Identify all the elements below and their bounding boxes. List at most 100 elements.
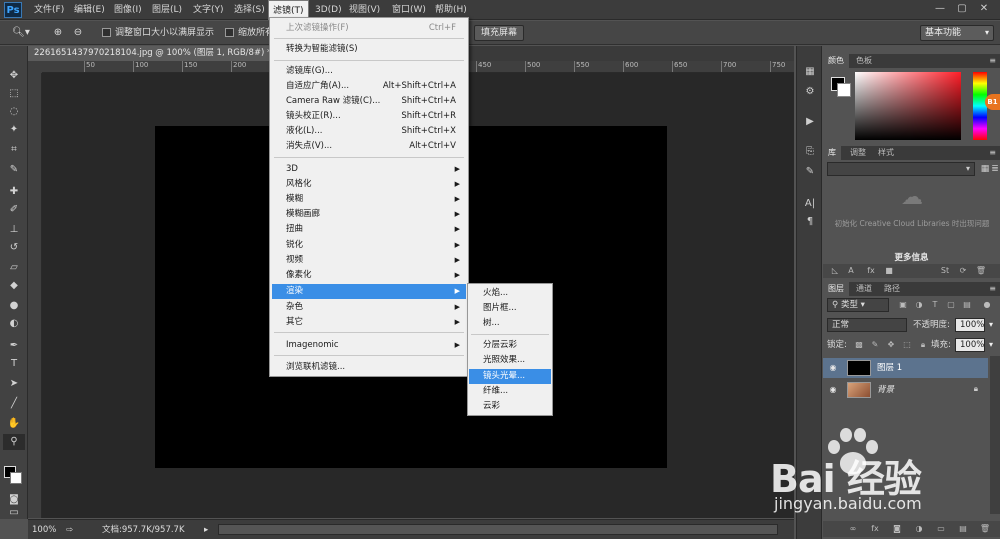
menu-item-filter-gallery[interactable]: 滤镜库(G)... [272, 64, 466, 79]
menu-item-imagenomic[interactable]: Imagenomic ▶ [272, 338, 466, 353]
adjustment-layer-icon[interactable]: ◑ [913, 522, 925, 536]
history-brush-tool-icon[interactable]: ↺ [3, 240, 25, 256]
stock-icon[interactable]: St [939, 264, 951, 278]
zoom-tool-icon[interactable]: 🔍︎▾ [10, 25, 32, 41]
layers-scrollbar[interactable] [990, 356, 1000, 514]
workspace-select[interactable]: 基本功能 [920, 25, 994, 41]
lock-pixels-icon[interactable]: ✎ [869, 338, 881, 352]
menu-item-video[interactable]: 视频 ▶ [272, 253, 466, 268]
layer-style-icon[interactable]: fx [869, 522, 881, 536]
tab-swatches[interactable]: 色板 [851, 54, 877, 68]
add-text-icon[interactable]: A [845, 264, 857, 278]
layer-mask-icon[interactable]: ◙ [891, 522, 903, 536]
tab-adjustments[interactable]: 调整 [845, 146, 871, 160]
submenu-item-tree[interactable]: 树... [469, 316, 551, 331]
menu-item-3d[interactable]: 3D ▶ [272, 162, 466, 177]
menu-item-blur-gallery[interactable]: 模糊画廊 ▶ [272, 207, 466, 222]
menu-item-sharpen[interactable]: 锐化 ▶ [272, 238, 466, 253]
lasso-tool-icon[interactable]: ◌ [3, 104, 25, 120]
tab-channels[interactable]: 通道 [851, 282, 877, 296]
zoom-out-icon[interactable]: ⊖ [70, 25, 86, 41]
menu-item-browse-online-filters[interactable]: 浏览联机滤镜... [272, 360, 466, 375]
brush-tool-icon[interactable]: ✐ [3, 202, 25, 218]
submenu-item-picture-frame[interactable]: 图片框... [469, 301, 551, 316]
dodge-tool-icon[interactable]: ◐ [3, 316, 25, 332]
panel-menu-icon[interactable]: ≡ [989, 54, 996, 68]
menu-image[interactable]: 图像(I) [110, 0, 146, 20]
paint-bucket-tool-icon[interactable]: ◆ [3, 278, 25, 294]
tab-layers[interactable]: 图层 [823, 282, 849, 296]
link-layers-icon[interactable]: ∞ [847, 522, 859, 536]
background-color-swatch[interactable] [10, 472, 22, 484]
crop-tool-icon[interactable]: ⌗ [3, 142, 25, 158]
new-layer-icon[interactable]: ▤ [957, 522, 969, 536]
zoom-tool-selected-icon[interactable]: ⚲ [3, 434, 25, 450]
tab-library[interactable]: 库 [823, 146, 841, 160]
layer-name[interactable]: 图层 1 [877, 361, 902, 375]
menu-item-distort[interactable]: 扭曲 ▶ [272, 222, 466, 237]
lock-artboard-icon[interactable]: ⬚ [901, 338, 913, 352]
eyedropper-tool-icon[interactable]: ✎ [3, 162, 25, 178]
line-tool-icon[interactable]: ╱ [3, 396, 25, 412]
magic-wand-tool-icon[interactable]: ✦ [3, 122, 25, 138]
more-info-link[interactable]: 更多信息 [823, 251, 1000, 263]
filter-adjustment-icon[interactable]: ◑ [913, 298, 925, 312]
eraser-tool-icon[interactable]: ▱ [3, 260, 25, 276]
sync-icon[interactable]: ⟳ [957, 264, 969, 278]
lock-position-icon[interactable]: ✥ [885, 338, 897, 352]
layer-row[interactable]: ◉ 背景 🔒︎ [823, 380, 988, 400]
zoom-level[interactable]: 100% [32, 523, 56, 537]
blend-mode-select[interactable]: 正常 [827, 318, 907, 332]
menu-item-render[interactable]: 渲染 ▶ [272, 284, 466, 299]
new-group-icon[interactable]: ▭ [935, 522, 947, 536]
brush-presets-icon[interactable]: ✎ [802, 164, 818, 180]
clone-source-icon[interactable]: ⎘ [802, 144, 818, 160]
opacity-dropdown-icon[interactable]: ▾ [985, 318, 997, 332]
status-arrow-icon[interactable]: ⇨ [66, 523, 73, 537]
delete-icon[interactable]: 🗑︎ [975, 264, 987, 278]
marquee-tool-icon[interactable]: ⬚ [3, 86, 25, 102]
status-menu-icon[interactable]: ▸ [204, 523, 208, 537]
move-tool-icon[interactable]: ✥ [3, 68, 25, 84]
restore-icon[interactable]: ▢ [954, 2, 970, 16]
menu-item-other[interactable]: 其它 ▶ [272, 315, 466, 330]
panel-menu-icon[interactable]: ≡ [989, 282, 996, 296]
zoom-in-icon[interactable]: ⊕ [50, 25, 66, 41]
minimize-icon[interactable]: — [932, 2, 948, 16]
lock-all-icon[interactable]: 🔒︎ [917, 338, 929, 352]
menu-item-last-filter[interactable]: 上次滤镜操作(F) Ctrl+F [272, 21, 466, 36]
submenu-item-lens-flare[interactable]: 镜头光晕... [469, 369, 551, 384]
menu-item-pixelate[interactable]: 像素化 ▶ [272, 268, 466, 283]
submenu-item-fibers[interactable]: 纤维... [469, 384, 551, 399]
panel-menu-icon[interactable]: ≡ [989, 146, 996, 160]
menu-item-adaptive-wide-angle[interactable]: 自适应广角(A)... Alt+Shift+Ctrl+A [272, 79, 466, 94]
quick-mask-icon[interactable]: ◙ [3, 492, 25, 508]
horizontal-scrollbar[interactable] [218, 524, 778, 535]
add-graphic-icon[interactable]: ◺ [829, 264, 841, 278]
tab-paths[interactable]: 路径 [879, 282, 905, 296]
add-style-icon[interactable]: fx [865, 264, 877, 278]
menu-type[interactable]: 文字(Y) [189, 0, 228, 20]
tab-color[interactable]: 颜色 [823, 54, 849, 68]
filter-shape-icon[interactable]: ▢ [945, 298, 957, 312]
clone-stamp-tool-icon[interactable]: ⊥ [3, 222, 25, 238]
filter-toggle-icon[interactable]: ● [981, 298, 993, 312]
healing-brush-tool-icon[interactable]: ✚ [3, 184, 25, 200]
hue-slider[interactable] [973, 72, 987, 140]
tab-styles[interactable]: 样式 [873, 146, 899, 160]
pen-tool-icon[interactable]: ✒ [3, 338, 25, 354]
filter-type-icon[interactable]: T [929, 298, 941, 312]
fill-dropdown-icon[interactable]: ▾ [985, 338, 997, 352]
blur-tool-icon[interactable]: ● [3, 298, 25, 314]
layer-row[interactable]: ◉ 图层 1 [823, 358, 988, 378]
menu-item-lens-correction[interactable]: 镜头校正(R)... Shift+Ctrl+R [272, 109, 466, 124]
color-picker-field[interactable] [855, 72, 961, 140]
library-select[interactable] [827, 162, 975, 176]
submenu-item-lighting-effects[interactable]: 光照效果... [469, 353, 551, 368]
menu-layer[interactable]: 图层(L) [148, 0, 186, 20]
menu-file[interactable]: 文件(F) [30, 0, 68, 20]
layer-filter-select[interactable]: ⚲ 类型 ▾ [827, 298, 889, 312]
zoom-all-checkbox[interactable] [225, 28, 234, 37]
layer-name[interactable]: 背景 [877, 383, 894, 397]
delete-layer-icon[interactable]: 🗑︎ [979, 522, 991, 536]
